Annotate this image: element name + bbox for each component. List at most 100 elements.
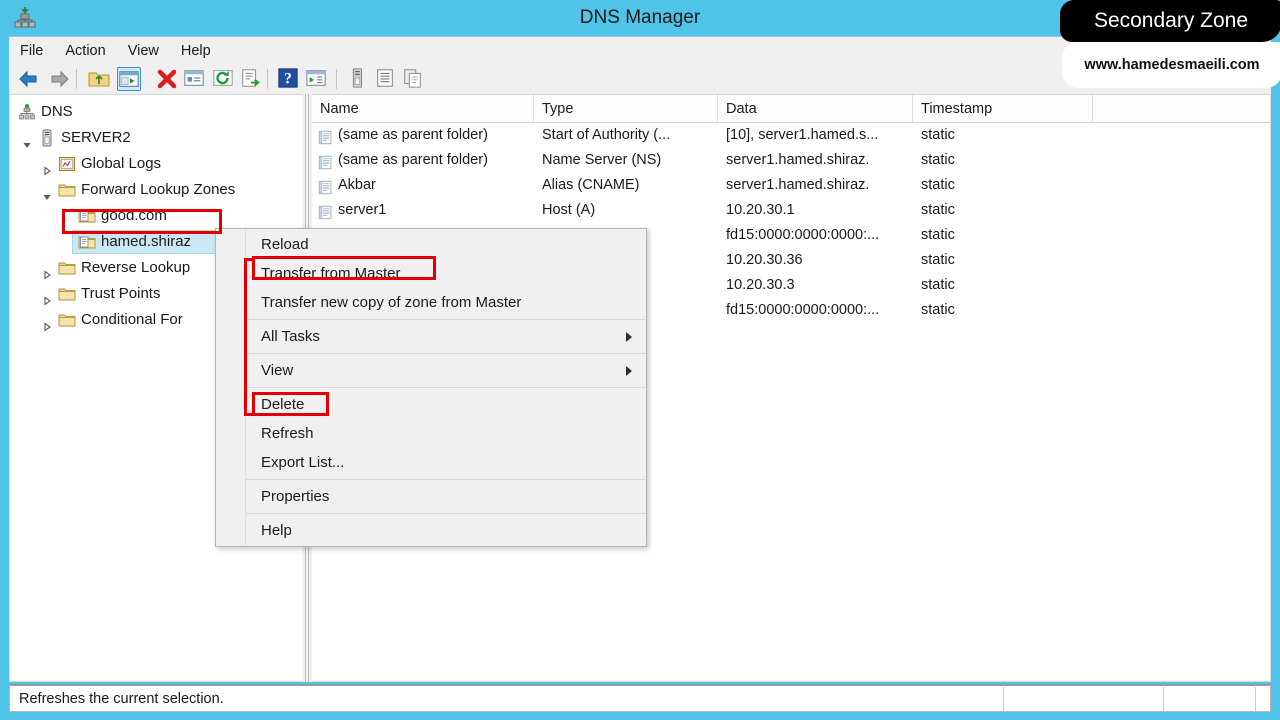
context-menu-item-refresh[interactable]: Refresh [216, 419, 646, 448]
context-menu-item-label: View [261, 362, 294, 379]
context-menu-item-label: Delete [261, 396, 305, 413]
record-icon [318, 153, 333, 170]
zone-context-menu[interactable]: Reload Transfer from Master Transfer new c… [215, 228, 647, 547]
properties-icon[interactable] [183, 67, 207, 91]
tree-item-label: Forward Lookup Zones [81, 181, 236, 198]
dns-manager-window: DNS Manager File Action View Help ? DNS … [0, 0, 1280, 720]
context-menu-separator [246, 479, 646, 480]
watermark-site-banner: www.hamedesmaeili.com [1062, 42, 1280, 88]
expander-collapsed-icon[interactable] [42, 315, 52, 332]
menu-file[interactable]: File [9, 37, 54, 65]
tree-item-label: SERVER2 [61, 129, 131, 146]
watermark-heading-banner: Secondary Zone [1060, 0, 1280, 42]
context-menu-item-label: Refresh [261, 425, 314, 442]
table-row[interactable]: (same as parent folder) Start of Authorit… [312, 123, 1271, 148]
cell-data: server1.hamed.shiraz. [726, 177, 870, 193]
column-header-data[interactable]: Data [718, 95, 913, 123]
dns-root-icon [18, 103, 36, 121]
status-divider [1003, 687, 1004, 711]
menu-help[interactable]: Help [170, 37, 222, 65]
context-menu-item-label: Properties [261, 488, 330, 505]
status-text: Refreshes the current selection. [19, 691, 224, 707]
cell-timestamp: static [921, 177, 955, 193]
tree-item-label: DNS [41, 103, 73, 120]
context-menu-item-transfer-new-copy-of-zone-from-master[interactable]: Transfer new copy of zone from Master [216, 288, 646, 317]
expander-expanded-icon[interactable] [22, 133, 32, 148]
context-menu-item-label: Help [261, 522, 292, 539]
cell-timestamp: static [921, 152, 955, 168]
menu-view[interactable]: View [117, 37, 170, 65]
folder-icon [58, 285, 76, 303]
annotation-bracket-vertical [244, 258, 247, 416]
context-menu-item-label: All Tasks [261, 328, 320, 345]
cell-type: Host (A) [542, 202, 596, 218]
expander-none [62, 237, 72, 247]
context-menu-item-export-list[interactable]: Export List... [216, 448, 646, 477]
cell-name: (same as parent folder) [338, 152, 488, 168]
column-header-type[interactable]: Type [534, 95, 718, 123]
table-row[interactable]: (same as parent folder) Name Server (NS) s… [312, 148, 1271, 173]
context-menu-item-reload[interactable]: Reload [216, 230, 646, 259]
folder-icon [58, 181, 76, 199]
cell-data: 10.20.30.36 [726, 252, 803, 268]
back-icon[interactable] [17, 67, 41, 91]
context-menu-item-all-tasks[interactable]: All Tasks [216, 322, 646, 351]
tree-item-global-logs[interactable]: Global Logs [10, 151, 303, 177]
cell-type: Start of Authority (... [542, 127, 671, 143]
column-header-name[interactable]: Name [312, 95, 534, 123]
cell-type: Alias (CNAME) [542, 177, 640, 193]
context-menu-item-delete[interactable]: Delete [216, 390, 646, 419]
cell-data: 10.20.30.1 [726, 202, 795, 218]
cell-data: server1.hamed.shiraz. [726, 152, 870, 168]
table-row[interactable]: server1 Host (A) 10.20.30.1 static [312, 198, 1271, 223]
expander-collapsed-icon[interactable] [42, 263, 52, 280]
record-icon [318, 128, 333, 145]
up-folder-icon[interactable] [87, 67, 111, 91]
help-icon[interactable]: ? [277, 67, 301, 91]
cell-timestamp: static [921, 127, 955, 143]
tree-item-server2[interactable]: SERVER2 [10, 125, 303, 151]
show-hide-tree-icon[interactable] [117, 67, 141, 91]
submenu-arrow-icon [626, 366, 632, 376]
context-menu-item-label: Transfer new copy of zone from Master [261, 294, 522, 311]
cell-data: fd15:0000:0000:0000:... [726, 302, 880, 318]
delete-icon[interactable] [155, 67, 179, 91]
cell-name: server1 [338, 202, 387, 218]
tree-item-good-com[interactable]: good.com [10, 203, 303, 229]
watermark-site-text: www.hamedesmaeili.com [1084, 57, 1260, 73]
record-icon [318, 203, 333, 220]
expander-collapsed-icon[interactable] [42, 159, 52, 176]
table-row[interactable]: Akbar Alias (CNAME) server1.hamed.shiraz. s… [312, 173, 1271, 198]
cell-name: (same as parent folder) [338, 127, 488, 143]
tree-item-label: Trust Points [81, 285, 161, 302]
status-bar: Refreshes the current selection. [9, 684, 1271, 712]
record-icon [318, 178, 333, 195]
svg-text:?: ? [284, 71, 292, 88]
server-icon [38, 129, 56, 147]
refresh-icon[interactable] [212, 67, 236, 91]
expander-collapsed-icon[interactable] [42, 289, 52, 306]
cell-timestamp: static [921, 277, 955, 293]
forward-icon[interactable] [47, 67, 71, 91]
server-icon[interactable] [346, 67, 370, 91]
new-window-icon[interactable] [305, 67, 329, 91]
tree-item-forward-lookup-zones[interactable]: Forward Lookup Zones [10, 177, 303, 203]
cell-name: Akbar [338, 177, 376, 193]
list-icon[interactable] [374, 67, 398, 91]
context-menu-item-properties[interactable]: Properties [216, 482, 646, 511]
expander-expanded-icon[interactable] [42, 185, 52, 200]
tree-item-label: good.com [101, 207, 167, 224]
column-header-blank[interactable] [1093, 95, 1271, 123]
context-menu-separator [246, 387, 646, 388]
zone-folder-icon [78, 233, 96, 251]
toolbar-separator [336, 69, 337, 89]
context-menu-item-transfer-from-master[interactable]: Transfer from Master [216, 259, 646, 288]
column-header-timestamp[interactable]: Timestamp [913, 95, 1093, 123]
context-menu-separator [246, 319, 646, 320]
context-menu-item-view[interactable]: View [216, 356, 646, 385]
tree-item-dns[interactable]: DNS [10, 99, 303, 125]
copy-icon[interactable] [402, 67, 426, 91]
menu-action[interactable]: Action [54, 37, 116, 65]
context-menu-item-help[interactable]: Help [216, 516, 646, 545]
export-list-icon[interactable] [240, 67, 264, 91]
